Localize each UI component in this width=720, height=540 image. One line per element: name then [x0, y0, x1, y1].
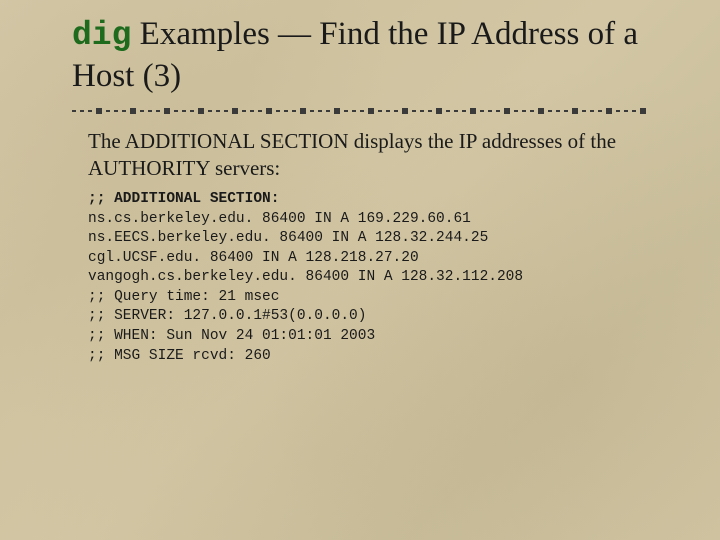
title-rest: Examples — Find the IP Address of a Host…: [72, 16, 638, 94]
code-footer-line: ;; SERVER: 127.0.0.1#53(0.0.0.0): [88, 308, 366, 324]
code-record: vangogh.cs.berkeley.edu. 86400 IN A 128.…: [88, 269, 523, 285]
command-name: dig: [72, 17, 131, 54]
title-divider: [72, 108, 648, 114]
code-record: ns.cs.berkeley.edu. 86400 IN A 169.229.6…: [88, 211, 471, 227]
code-section-header: ;; ADDITIONAL SECTION:: [88, 191, 279, 207]
intro-text: The ADDITIONAL SECTION displays the IP a…: [88, 128, 632, 183]
slide-title: dig Examples — Find the IP Address of a …: [72, 14, 648, 98]
slide-body: The ADDITIONAL SECTION displays the IP a…: [72, 128, 648, 367]
code-footer-line: ;; Query time: 21 msec: [88, 289, 279, 305]
code-record: ns.EECS.berkeley.edu. 86400 IN A 128.32.…: [88, 230, 488, 246]
code-footer-line: ;; WHEN: Sun Nov 24 01:01:01 2003: [88, 328, 375, 344]
code-record: cgl.UCSF.edu. 86400 IN A 128.218.27.20: [88, 250, 419, 266]
slide: dig Examples — Find the IP Address of a …: [0, 0, 720, 540]
code-footer-line: ;; MSG SIZE rcvd: 260: [88, 348, 271, 364]
code-block: ;; ADDITIONAL SECTION: ns.cs.berkeley.ed…: [88, 190, 632, 366]
